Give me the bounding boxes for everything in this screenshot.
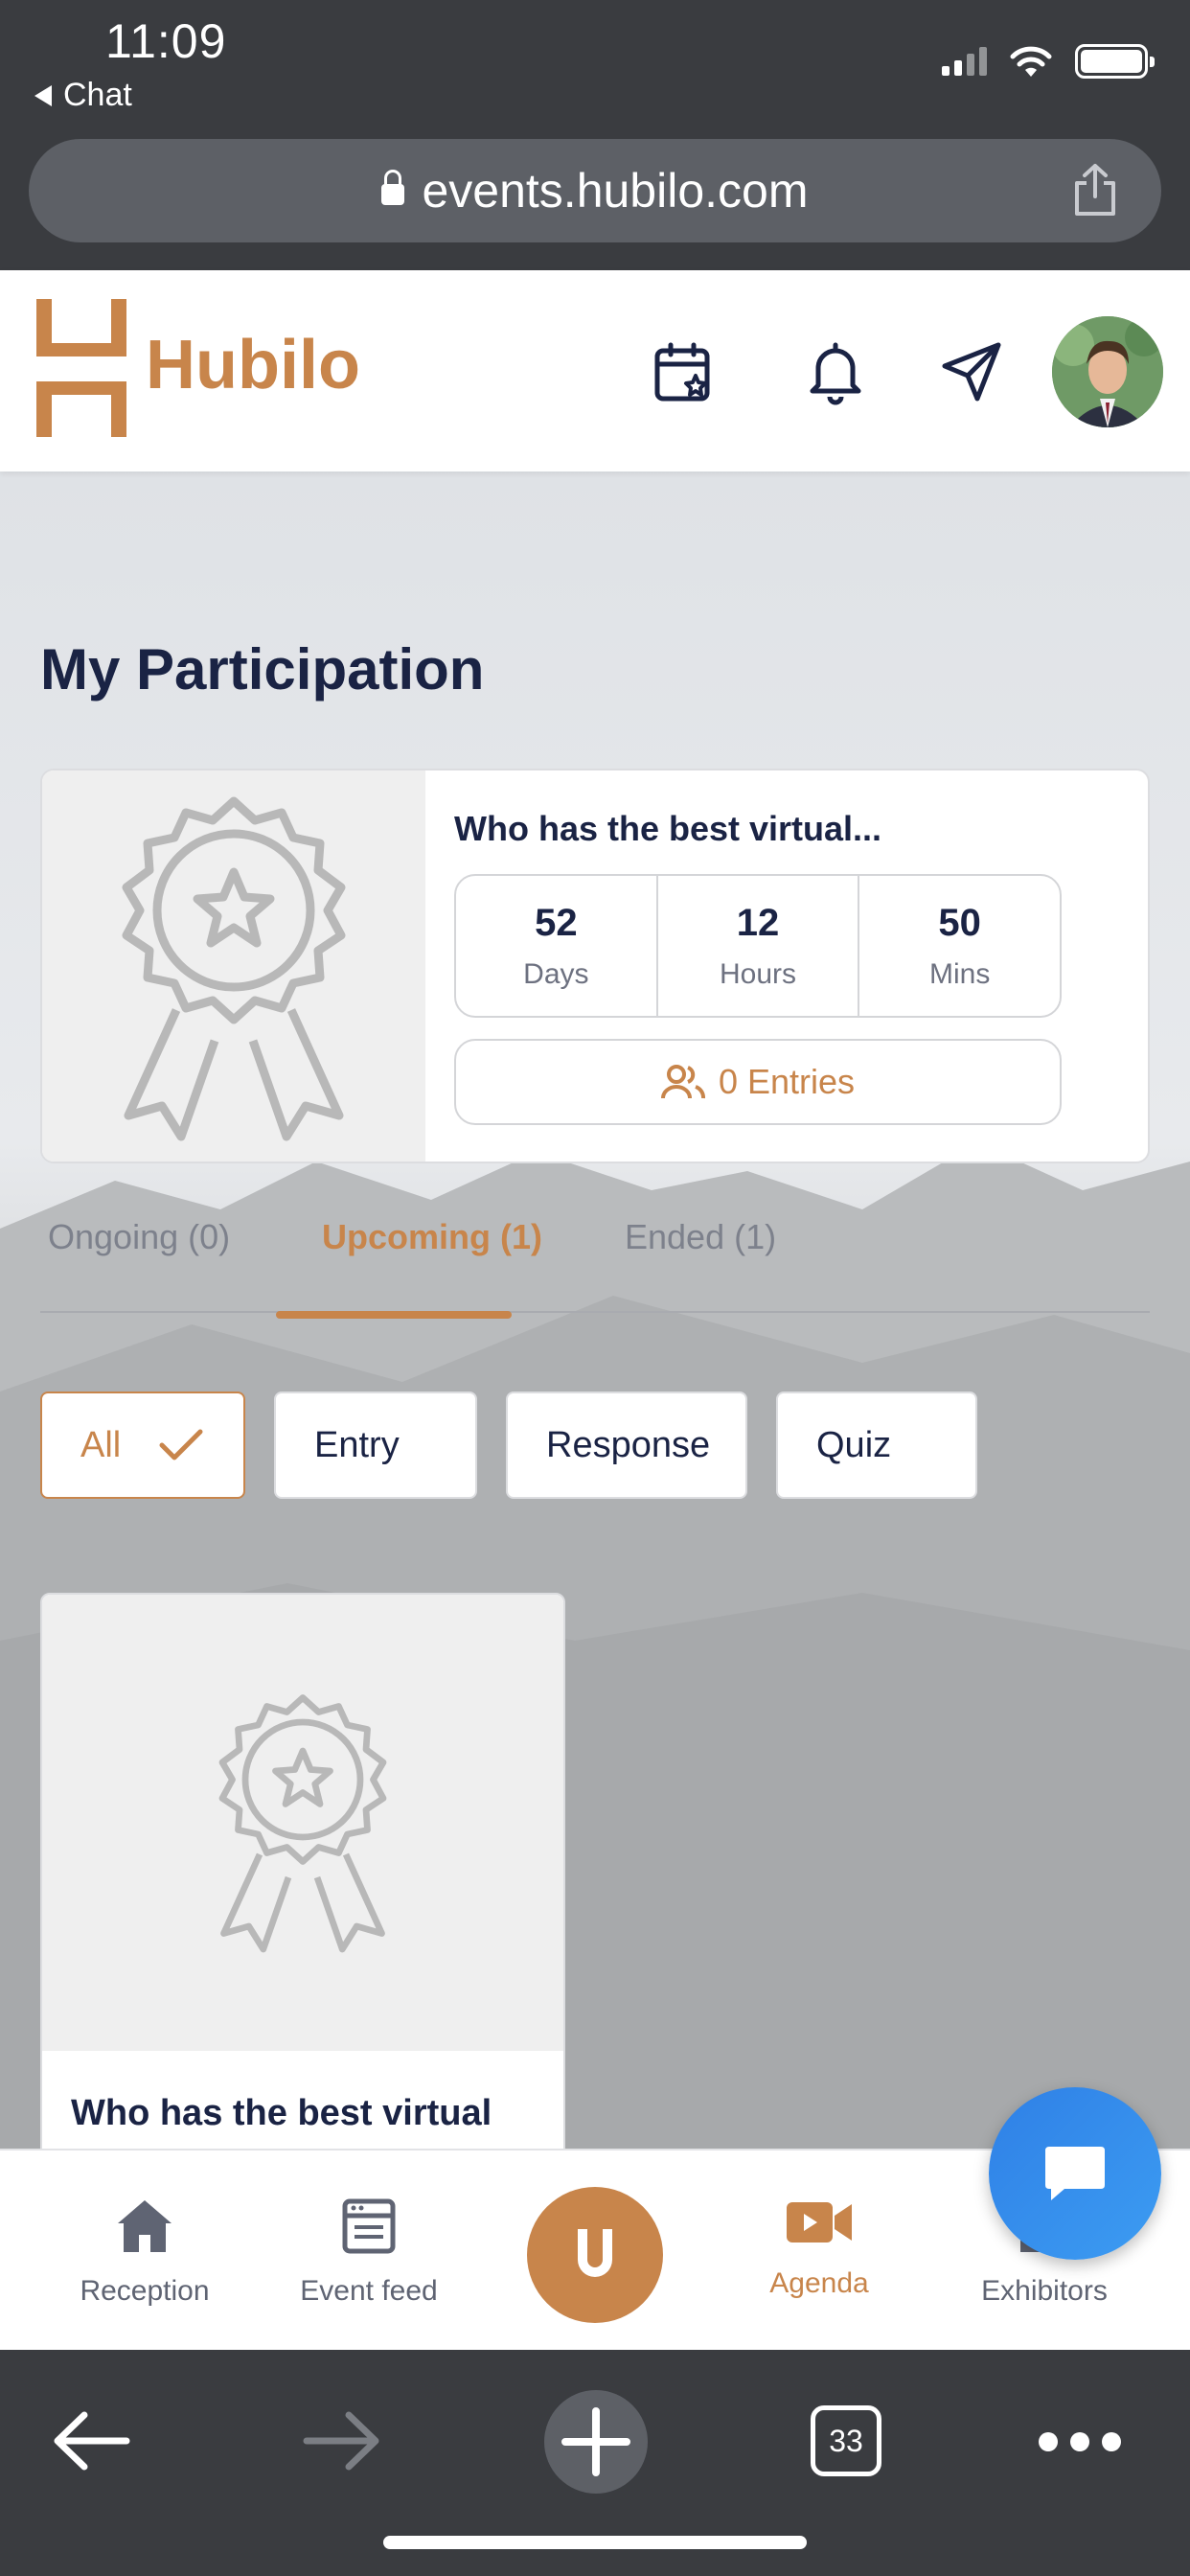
engage-magnet-button[interactable]: [527, 2187, 663, 2323]
nav-agenda[interactable]: Agenda: [714, 2198, 925, 2300]
forward-arrow-icon[interactable]: [303, 2409, 379, 2472]
award-badge-icon: [218, 1694, 387, 1953]
page-title: My Participation: [40, 637, 485, 702]
countdown-timer: 52 Days 12 Hours 50 Mins: [454, 874, 1062, 1018]
brand-name: Hubilo: [146, 327, 360, 403]
countdown-hours-label: Hours: [719, 957, 797, 990]
nav-event-feed[interactable]: Event feed: [263, 2198, 474, 2308]
ios-status-area: 11:09 Chat events.hubilo.com: [0, 0, 1190, 270]
contest-list-title: Who has the best virtual: [71, 2093, 492, 2133]
hubilo-logo-icon: [36, 299, 126, 437]
nav-exhibitors-label: Exhibitors: [981, 2275, 1108, 2307]
tab-ended[interactable]: Ended (1): [625, 1217, 776, 1257]
contest-list-card[interactable]: Who has the best virtual: [40, 1593, 565, 2149]
lock-icon: [381, 170, 405, 205]
new-tab-plus-icon[interactable]: [542, 2388, 650, 2496]
video-camera-icon: [787, 2202, 852, 2242]
countdown-mins-label: Mins: [929, 957, 991, 990]
user-avatar[interactable]: [1052, 316, 1163, 427]
nav-reception-label: Reception: [80, 2275, 210, 2307]
bell-icon[interactable]: [801, 337, 870, 406]
contest-list-image: [42, 1595, 563, 2051]
main-content: My Participation Who has the best virtua…: [0, 472, 1190, 2149]
contest-title: Who has the best virtual...: [454, 809, 882, 848]
filter-response[interactable]: Response: [506, 1392, 747, 1499]
chat-bubble-icon: [1045, 2147, 1105, 2200]
countdown-days: 52 Days: [456, 876, 658, 1016]
send-icon[interactable]: [937, 337, 1006, 406]
cellular-signal-icon: [942, 47, 987, 76]
battery-icon: [1075, 44, 1155, 79]
countdown-days-value: 52: [535, 901, 578, 944]
nav-reception[interactable]: Reception: [39, 2198, 250, 2308]
home-indicator: [383, 2536, 807, 2549]
countdown-days-label: Days: [523, 957, 589, 990]
countdown-hours: 12 Hours: [658, 876, 860, 1016]
status-time: 11:09: [105, 14, 227, 68]
back-to-app-link[interactable]: Chat: [34, 77, 132, 114]
filter-chips: All Entry Response Quiz: [40, 1392, 977, 1499]
nav-event-feed-label: Event feed: [300, 2275, 438, 2307]
filter-quiz[interactable]: Quiz: [776, 1392, 977, 1499]
home-icon: [118, 2200, 172, 2252]
nav-agenda-label: Agenda: [769, 2267, 869, 2299]
filter-entry[interactable]: Entry: [274, 1392, 477, 1499]
more-options-icon[interactable]: [1037, 2430, 1123, 2453]
checkmark-icon: [159, 1429, 203, 1460]
address-bar[interactable]: events.hubilo.com: [29, 139, 1161, 242]
back-arrow-icon[interactable]: [54, 2409, 130, 2472]
tab-upcoming[interactable]: Upcoming (1): [322, 1217, 542, 1257]
wifi-icon: [1010, 46, 1052, 77]
tab-ongoing[interactable]: Ongoing (0): [48, 1217, 230, 1257]
back-app-label: Chat: [63, 77, 132, 113]
feed-icon: [342, 2198, 396, 2254]
filter-all-label: All: [80, 1424, 122, 1465]
countdown-mins: 50 Mins: [859, 876, 1060, 1016]
back-triangle-icon: [34, 84, 52, 106]
entries-button[interactable]: 0 Entries: [454, 1039, 1062, 1125]
magnet-icon: [578, 2229, 612, 2277]
entries-label: 0 Entries: [718, 1062, 856, 1101]
featured-contest-card[interactable]: Who has the best virtual... 52 Days 12 H…: [40, 769, 1150, 1163]
filter-all[interactable]: All: [40, 1392, 245, 1499]
countdown-mins-value: 50: [938, 901, 981, 944]
participation-tabs: Ongoing (0) Upcoming (1) Ended (1): [40, 1190, 1150, 1313]
chat-button[interactable]: [989, 2087, 1161, 2260]
tab-count: 33: [829, 2423, 863, 2458]
tab-count-button[interactable]: 33: [811, 2405, 881, 2476]
share-icon[interactable]: [1071, 162, 1119, 218]
countdown-hours-value: 12: [736, 901, 780, 944]
users-icon: [660, 1065, 705, 1099]
active-tab-indicator: [276, 1311, 512, 1319]
award-badge-icon: [122, 796, 346, 1141]
contest-image: [42, 770, 425, 1162]
calendar-star-icon[interactable]: [650, 337, 719, 406]
url-text: events.hubilo.com: [422, 164, 809, 218]
status-icons: [942, 44, 1155, 79]
app-header: Hubilo: [0, 270, 1190, 472]
